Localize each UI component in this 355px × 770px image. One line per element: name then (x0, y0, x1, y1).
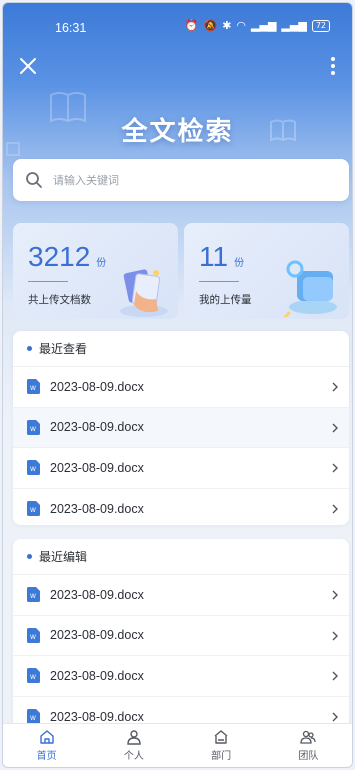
chevron-right-icon (332, 382, 338, 392)
svg-text:W: W (30, 385, 36, 392)
word-doc-icon: W (27, 460, 40, 476)
chevron-right-icon (332, 671, 338, 681)
alarm-icon: ⏰ (184, 19, 199, 32)
word-doc-icon: W (27, 627, 40, 643)
recent-edited-panel: 最近编辑 W 2023-08-09.docx W 2023-08-09.docx… (13, 539, 349, 739)
word-doc-icon: W (27, 379, 40, 395)
tab-home[interactable]: 首页 (3, 724, 90, 767)
word-doc-icon: W (27, 668, 40, 684)
battery-icon: 72 (311, 19, 330, 32)
my-uploads-value: 11 (199, 241, 229, 272)
signal-icon: ▂▄▆ (251, 19, 277, 32)
search-bar[interactable] (13, 159, 349, 201)
tab-label: 首页 (36, 751, 57, 762)
status-icons: ⏰ 🔕 ✱ ◠ ▂▄▆ ▂▄▆ 72 (185, 19, 330, 32)
bottom-tab-bar: 首页 个人 部门 团队 (3, 723, 352, 767)
word-doc-icon: W (27, 501, 40, 517)
close-icon[interactable] (17, 55, 39, 77)
vibrate-icon: ✱ (222, 19, 232, 32)
file-row[interactable]: W 2023-08-09.docx (13, 367, 349, 408)
divider (199, 281, 239, 282)
svg-text:W: W (30, 715, 36, 722)
section-title: 最近编辑 (39, 550, 88, 564)
file-row[interactable]: W 2023-08-09.docx (13, 656, 349, 697)
documents-illustration-icon (120, 269, 168, 317)
app-screen: 16:31 ⏰ 🔕 ✱ ◠ ▂▄▆ ▂▄▆ 72 全文检索 321 (2, 2, 353, 768)
person-icon (127, 730, 141, 745)
my-uploads-label: 我的上传量 (199, 294, 252, 306)
wifi-icon: ◠ (236, 19, 247, 32)
word-doc-icon: W (27, 419, 40, 435)
home-icon (39, 730, 54, 744)
total-uploads-unit: 份 (96, 258, 107, 269)
file-row[interactable]: W 2023-08-09.docx (13, 448, 349, 489)
total-uploads-card[interactable]: 3212 份 共上传文档数 (13, 223, 178, 319)
chevron-right-icon (332, 631, 338, 640)
file-name: 2023-08-09.docx (50, 420, 144, 435)
file-name: 2023-08-09.docx (50, 668, 144, 683)
signal-icon-2: ▂▄▆ (281, 19, 307, 32)
word-doc-icon: W (27, 587, 40, 603)
file-row[interactable]: W 2023-08-09.docx (13, 407, 349, 448)
upload-illustration-icon (283, 260, 337, 317)
my-uploads-card[interactable]: 11 份 我的上传量 (184, 223, 349, 319)
search-icon (26, 172, 42, 188)
department-icon (214, 730, 228, 744)
file-row[interactable]: W 2023-08-09.docx (13, 616, 349, 656)
tab-personal[interactable]: 个人 (90, 724, 177, 767)
svg-text:W: W (30, 426, 36, 433)
tab-label: 部门 (211, 751, 232, 762)
bullet-dot (27, 554, 32, 559)
chevron-right-icon (332, 423, 338, 432)
word-doc-icon: W (27, 709, 40, 725)
tab-label: 团队 (298, 751, 319, 762)
svg-text:W: W (30, 634, 36, 641)
chevron-right-icon (332, 590, 338, 600)
file-name: 2023-08-09.docx (50, 628, 144, 643)
file-name: 2023-08-09.docx (50, 587, 144, 602)
more-icon[interactable] (328, 55, 338, 77)
team-icon (300, 730, 317, 744)
recent-viewed-panel: 最近查看 W 2023-08-09.docx W 2023-08-09.docx… (13, 331, 349, 525)
svg-text:W: W (30, 466, 36, 473)
total-uploads-label: 共上传文档数 (28, 294, 91, 306)
tab-department[interactable]: 部门 (178, 724, 265, 767)
page-title: 全文检索 (121, 117, 234, 147)
tab-label: 个人 (123, 751, 144, 762)
chevron-right-icon (332, 504, 338, 513)
section-title: 最近查看 (39, 342, 88, 356)
divider (28, 281, 68, 282)
svg-text:W: W (30, 507, 36, 514)
total-uploads-value: 3212 (28, 241, 91, 272)
chevron-right-icon (332, 712, 338, 721)
search-input[interactable] (53, 173, 313, 187)
file-name: 2023-08-09.docx (50, 501, 144, 516)
status-time: 16:31 (55, 21, 87, 35)
my-uploads-unit: 份 (234, 258, 245, 269)
svg-text:W: W (30, 593, 36, 600)
chevron-right-icon (332, 463, 338, 473)
svg-text:W: W (30, 674, 36, 681)
bullet-dot (27, 346, 32, 351)
file-name: 2023-08-09.docx (50, 379, 144, 394)
tab-team[interactable]: 团队 (265, 724, 352, 767)
mute-icon: 🔕 (203, 19, 218, 32)
status-bar: 16:31 ⏰ 🔕 ✱ ◠ ▂▄▆ ▂▄▆ 72 (3, 3, 352, 43)
file-row[interactable]: W 2023-08-09.docx (13, 489, 349, 530)
file-name: 2023-08-09.docx (50, 709, 144, 724)
file-name: 2023-08-09.docx (50, 460, 144, 475)
file-row[interactable]: W 2023-08-09.docx (13, 575, 349, 616)
